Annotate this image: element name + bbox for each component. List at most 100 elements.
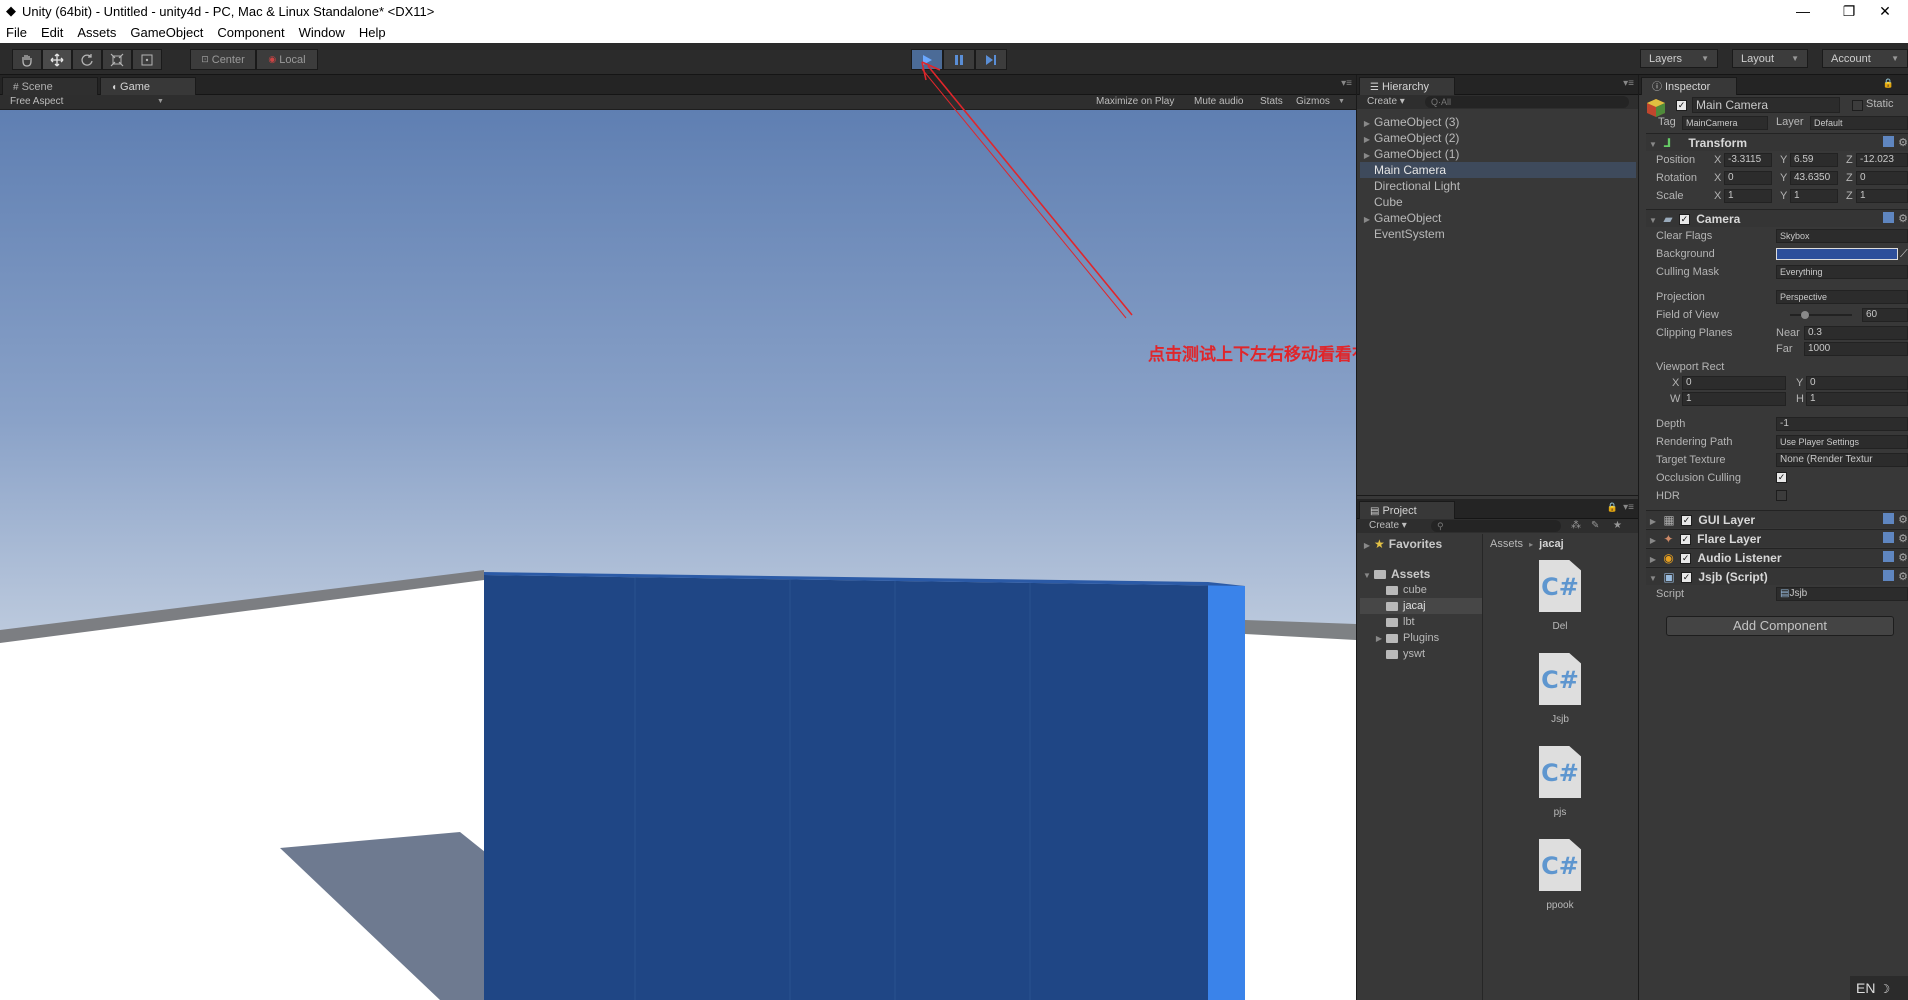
- hierarchy-item-eventsystem[interactable]: EventSystem: [1360, 226, 1636, 242]
- ime-indicator[interactable]: EN ☽: [1850, 976, 1908, 1000]
- favorites-section[interactable]: ▶ ★ Favorites: [1360, 536, 1442, 552]
- tab-scene[interactable]: # Scene: [2, 77, 98, 95]
- flare-layer-component-header[interactable]: ▶ ✦ ✓ Flare Layer ⚙: [1646, 529, 1908, 547]
- menu-file[interactable]: File: [6, 25, 27, 40]
- rotation-z-field[interactable]: 0: [1856, 171, 1908, 185]
- expand-arrow-icon[interactable]: ▶: [1360, 538, 1374, 554]
- folder-lbt[interactable]: lbt: [1386, 614, 1415, 630]
- projection-dropdown[interactable]: Perspective: [1776, 290, 1908, 304]
- gui-layer-checkbox[interactable]: ✓: [1681, 515, 1693, 527]
- menu-gameobject[interactable]: GameObject: [130, 25, 203, 40]
- hierarchy-item-directional-light[interactable]: Directional Light: [1360, 178, 1636, 194]
- eyedropper-icon[interactable]: ⟋: [1900, 245, 1908, 263]
- folder-yswt[interactable]: yswt: [1386, 646, 1425, 662]
- camera-enabled-checkbox[interactable]: ✓: [1678, 214, 1690, 226]
- script-object-field[interactable]: ▤Jsjb: [1776, 587, 1908, 601]
- occlusion-culling-checkbox[interactable]: ✓: [1776, 472, 1787, 483]
- position-z-field[interactable]: -12.023: [1856, 153, 1908, 167]
- move-tool-button[interactable]: [42, 49, 72, 70]
- fov-slider-track[interactable]: [1790, 314, 1852, 316]
- menu-edit[interactable]: Edit: [41, 25, 63, 40]
- far-field[interactable]: 1000: [1804, 342, 1908, 356]
- folder-cube[interactable]: cube: [1386, 582, 1427, 598]
- tab-game[interactable]: ◖ Game: [100, 77, 196, 95]
- viewport-y-field[interactable]: 0: [1806, 376, 1908, 390]
- stats-toggle[interactable]: Stats: [1260, 95, 1283, 109]
- tag-dropdown[interactable]: MainCamera: [1682, 116, 1768, 130]
- book-icon[interactable]: [1883, 136, 1894, 147]
- hierarchy-item-main-camera[interactable]: Main Camera: [1360, 162, 1636, 178]
- game-viewport[interactable]: [0, 110, 1356, 1000]
- filter-by-type-icon[interactable]: ⁂: [1571, 519, 1581, 533]
- hierarchy-item-gameobject-1[interactable]: ▶ GameObject (1): [1360, 146, 1636, 162]
- mute-audio-toggle[interactable]: Mute audio: [1194, 95, 1243, 109]
- static-checkbox[interactable]: [1852, 100, 1863, 111]
- book-icon[interactable]: [1883, 513, 1894, 524]
- scale-tool-button[interactable]: [102, 49, 132, 70]
- gear-icon[interactable]: ⚙: [1898, 568, 1908, 586]
- lock-icon[interactable]: 🔒: [1883, 78, 1894, 89]
- folder-jacaj[interactable]: jacaj: [1360, 598, 1482, 614]
- lock-icon[interactable]: 🔒: [1607, 502, 1618, 513]
- asset-file-jsjb[interactable]: C# Jsjb: [1520, 653, 1600, 725]
- panel-menu-icon[interactable]: ▾≡: [1623, 78, 1634, 89]
- hdr-checkbox[interactable]: [1776, 490, 1787, 501]
- hierarchy-item-gameobject-2[interactable]: ▶ GameObject (2): [1360, 130, 1636, 146]
- folder-plugins[interactable]: ▶ Plugins: [1372, 630, 1439, 646]
- fov-slider-thumb[interactable]: [1801, 311, 1809, 319]
- flare-layer-checkbox[interactable]: ✓: [1679, 534, 1691, 546]
- gear-icon[interactable]: ⚙: [1898, 511, 1908, 529]
- asset-file-pjs[interactable]: C# pjs: [1520, 746, 1600, 818]
- scale-x-field[interactable]: 1: [1724, 189, 1772, 203]
- position-y-field[interactable]: 6.59: [1790, 153, 1838, 167]
- hierarchy-item-gameobject[interactable]: ▶ GameObject: [1360, 210, 1636, 226]
- gizmos-dropdown[interactable]: Gizmos: [1296, 95, 1330, 109]
- transform-component-header[interactable]: ▼ ⅃ Transform ⚙: [1646, 133, 1908, 151]
- gear-icon[interactable]: ⚙: [1898, 210, 1908, 228]
- gear-icon[interactable]: ⚙: [1898, 530, 1908, 548]
- panel-menu-icon[interactable]: ▾≡: [1623, 502, 1634, 513]
- project-create-dropdown[interactable]: Create ▾: [1369, 519, 1407, 533]
- rotation-y-field[interactable]: 43.6350: [1790, 171, 1838, 185]
- breadcrumb-current[interactable]: jacaj: [1539, 538, 1563, 550]
- menu-window[interactable]: Window: [299, 25, 345, 40]
- tab-inspector[interactable]: ⓘ Inspector: [1641, 77, 1737, 95]
- pivot-center-button[interactable]: ⊡ Center: [190, 49, 256, 70]
- book-icon[interactable]: [1883, 212, 1894, 223]
- hierarchy-search-input[interactable]: Q·All: [1425, 96, 1629, 108]
- rendering-path-dropdown[interactable]: Use Player Settings: [1776, 435, 1908, 449]
- collapse-arrow-icon[interactable]: ▼: [1360, 568, 1374, 584]
- scale-z-field[interactable]: 1: [1856, 189, 1908, 203]
- script-enabled-checkbox[interactable]: ✓: [1681, 572, 1693, 584]
- viewport-h-field[interactable]: 1: [1806, 392, 1908, 406]
- book-icon[interactable]: [1883, 570, 1894, 581]
- filter-by-label-icon[interactable]: ✎: [1591, 519, 1599, 533]
- target-texture-field[interactable]: None (Render Textur: [1776, 453, 1908, 467]
- layer-dropdown[interactable]: Default: [1810, 116, 1908, 130]
- menu-component[interactable]: Component: [217, 25, 284, 40]
- audio-listener-checkbox[interactable]: ✓: [1680, 553, 1692, 565]
- breadcrumb-root[interactable]: Assets: [1490, 538, 1523, 550]
- active-checkbox[interactable]: ✓: [1676, 100, 1687, 111]
- gear-icon[interactable]: ⚙: [1898, 549, 1908, 567]
- rect-tool-button[interactable]: [132, 49, 162, 70]
- gear-icon[interactable]: ⚙: [1898, 134, 1908, 152]
- expand-arrow-icon[interactable]: ▶: [1372, 631, 1386, 647]
- position-x-field[interactable]: -3.3115: [1724, 153, 1772, 167]
- tab-project[interactable]: ▤ Project: [1359, 501, 1455, 519]
- space-local-button[interactable]: ◉ Local: [256, 49, 318, 70]
- audio-listener-component-header[interactable]: ▶ ◉ ✓ Audio Listener ⚙: [1646, 548, 1908, 566]
- close-button[interactable]: ✕: [1862, 0, 1908, 22]
- rotate-tool-button[interactable]: [72, 49, 102, 70]
- gui-layer-component-header[interactable]: ▶ ▦ ✓ GUI Layer ⚙: [1646, 510, 1908, 528]
- camera-component-header[interactable]: ▼ ▰ ✓ Camera ⚙: [1646, 209, 1908, 227]
- book-icon[interactable]: [1883, 551, 1894, 562]
- minimize-button[interactable]: —: [1780, 0, 1826, 22]
- viewport-w-field[interactable]: 1: [1682, 392, 1786, 406]
- clear-flags-dropdown[interactable]: Skybox: [1776, 229, 1908, 243]
- hierarchy-create-dropdown[interactable]: Create ▾: [1367, 95, 1405, 109]
- object-name-field[interactable]: Main Camera: [1692, 97, 1840, 113]
- asset-file-ppook[interactable]: C# ppook: [1520, 839, 1600, 911]
- panel-menu-icon[interactable]: ▾≡: [1341, 78, 1352, 89]
- menu-assets[interactable]: Assets: [77, 25, 116, 40]
